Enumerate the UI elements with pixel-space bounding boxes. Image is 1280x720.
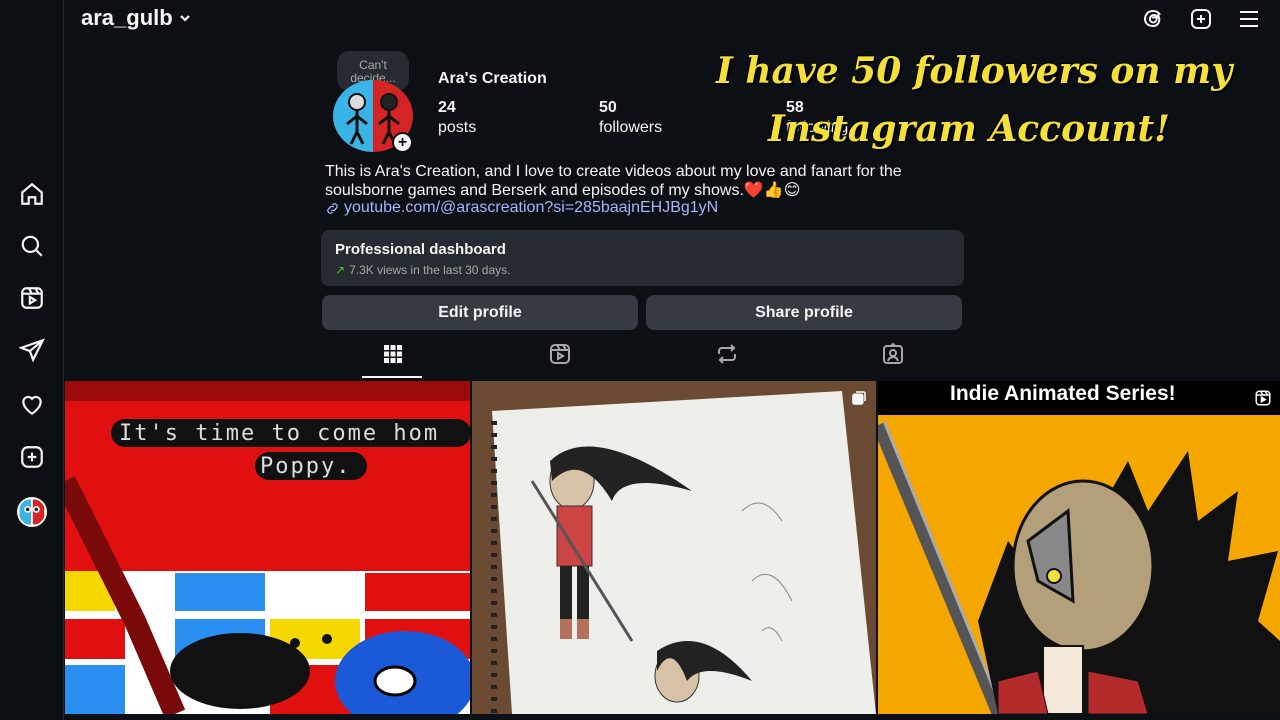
- profile-avatar[interactable]: [16, 496, 48, 528]
- post-tile[interactable]: Indie Animated Series!: [878, 381, 1280, 714]
- bio-line: This is Ara's Creation, and I love to cr…: [325, 163, 902, 180]
- overlay-caption-line1: I have 50 followers on my: [716, 50, 1233, 92]
- account-switcher[interactable]: ara_gulb: [81, 5, 191, 31]
- top-bar: ara_gulb: [64, 0, 1280, 38]
- dashboard-title: Professional dashboard: [335, 241, 506, 258]
- tagged-icon[interactable]: [880, 341, 906, 367]
- reposts-icon[interactable]: [714, 341, 740, 367]
- trend-up-icon: ↗: [335, 263, 346, 277]
- professional-dashboard[interactable]: Professional dashboard ↗ 7.3K views in t…: [321, 230, 964, 286]
- reels-tab-icon[interactable]: [547, 341, 573, 367]
- sidebar: [0, 0, 64, 720]
- posts-count: 24 posts: [438, 98, 476, 138]
- overlay-caption-line2: Instagram Account!: [768, 108, 1170, 150]
- post-caption-line2: Poppy.: [260, 454, 352, 479]
- username: ara_gulb: [81, 5, 173, 30]
- new-post-icon[interactable]: [1188, 6, 1214, 32]
- stat-label: posts: [438, 119, 477, 136]
- dashboard-subtitle: ↗ 7.3K views in the last 30 days.: [335, 263, 950, 277]
- bio-line: soulsborne games and Berserk and episode…: [325, 182, 801, 199]
- stat-value: 24: [438, 99, 456, 116]
- display-name: Ara's Creation: [438, 70, 547, 87]
- stat-label: followers: [599, 119, 663, 136]
- chevron-down-icon: [179, 15, 190, 22]
- instagram-profile-page: ara_gulb Can't decide... + Ara's Creatio…: [0, 0, 1280, 720]
- add-story-button[interactable]: +: [392, 132, 413, 153]
- profile-link[interactable]: youtube.com/@arascreation?si=285baajnEHJ…: [325, 199, 718, 217]
- reel-badge-icon: [1254, 389, 1272, 407]
- post-tile[interactable]: It's time to come hom Poppy.: [65, 381, 470, 714]
- followers-count[interactable]: 50 followers: [599, 98, 662, 138]
- menu-icon[interactable]: [1236, 6, 1262, 32]
- notifications-icon[interactable]: [16, 388, 48, 420]
- top-actions: [1140, 6, 1262, 32]
- link-icon: [327, 202, 338, 214]
- post-tile[interactable]: [472, 381, 876, 714]
- reels-icon[interactable]: [16, 282, 48, 314]
- avatar: [17, 497, 47, 527]
- grid-icon[interactable]: [380, 341, 406, 367]
- edit-profile-button[interactable]: Edit profile: [322, 295, 638, 330]
- create-icon[interactable]: [16, 441, 48, 473]
- post-thumbnail: [878, 381, 1280, 714]
- active-tab-indicator: [362, 376, 422, 378]
- bio: This is Ara's Creation, and I love to cr…: [325, 162, 945, 200]
- stat-value: 50: [599, 99, 617, 116]
- threads-icon[interactable]: [1140, 6, 1166, 32]
- post-caption-line1: It's time to come hom: [119, 421, 440, 446]
- search-icon[interactable]: [16, 230, 48, 262]
- profile-link-text: youtube.com/@arascreation?si=285baajnEHJ…: [344, 199, 719, 216]
- messages-icon[interactable]: [16, 334, 48, 366]
- post-thumbnail: [472, 381, 876, 714]
- dashboard-views: 7.3K views in the last 30 days.: [349, 263, 511, 277]
- post-title: Indie Animated Series!: [950, 382, 1176, 405]
- carousel-icon: [850, 389, 868, 407]
- home-icon[interactable]: [16, 178, 48, 210]
- share-profile-button[interactable]: Share profile: [646, 295, 962, 330]
